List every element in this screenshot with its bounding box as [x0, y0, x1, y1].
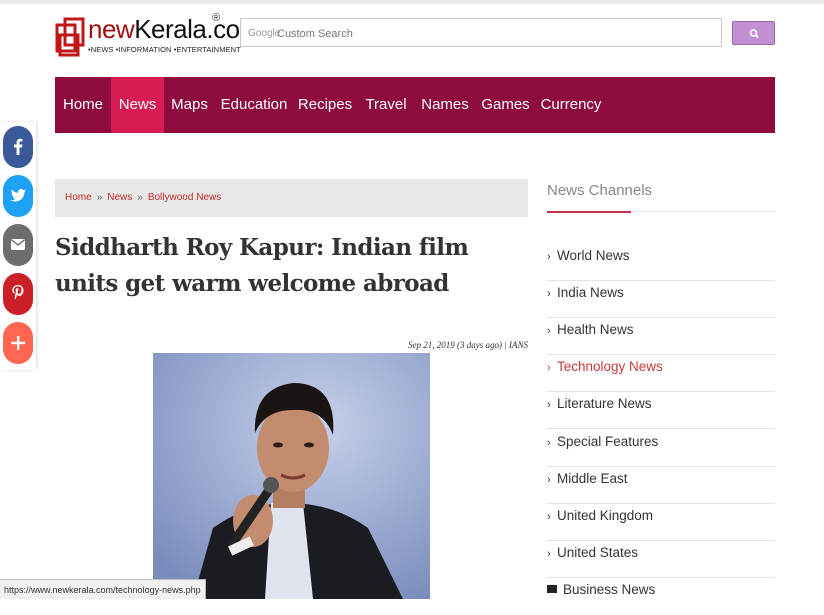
top-border	[0, 0, 824, 4]
article-meta: Sep 21, 2019 (3 days ago) | IANS	[408, 340, 528, 350]
sidebar-item-label: India News	[557, 285, 624, 300]
nav-item-names[interactable]: Names	[415, 77, 475, 133]
chevron-right-icon: ›	[547, 325, 551, 337]
sidebar-item-label: Business News	[563, 582, 656, 597]
chevron-right-icon: ›	[547, 437, 551, 449]
email-icon	[11, 239, 25, 250]
nav-item-maps[interactable]: Maps	[164, 77, 215, 133]
registered-mark: ®	[212, 12, 221, 24]
more-share-button[interactable]	[3, 322, 33, 364]
breadcrumb-home[interactable]: Home	[65, 192, 92, 203]
breadcrumb-news[interactable]: News	[107, 192, 132, 203]
status-bar-url: https://www.newkerala.com/technology-new…	[0, 579, 206, 599]
share-bar	[0, 122, 36, 370]
breadcrumb-separator: »	[96, 192, 103, 203]
sidebar-title: News Channels	[547, 182, 653, 199]
facebook-icon	[14, 138, 23, 155]
chevron-right-icon: ›	[547, 399, 551, 411]
sidebar-item-label: World News	[557, 248, 630, 263]
nav-item-news[interactable]: News	[111, 77, 164, 133]
breadcrumb-separator: »	[137, 192, 143, 203]
sidebar-item-business-news[interactable]: Business News	[547, 578, 775, 615]
search-button[interactable]	[732, 21, 775, 45]
search-box: Google	[240, 18, 722, 47]
pinterest-share-button[interactable]	[3, 273, 33, 315]
chevron-right-icon: ›	[547, 511, 551, 523]
sidebar-item-label: Health News	[557, 322, 634, 337]
logo-wordmark: newKerala.com	[88, 14, 261, 44]
main-nav: Home News Maps Education Recipes Travel Names G…	[55, 77, 775, 133]
breadcrumb-bollywood-news[interactable]: Bollywood News	[148, 192, 221, 203]
logo-tagline: •NEWS •INFORMATION •ENTERTAINMENT	[88, 45, 241, 54]
nav-item-currency[interactable]: Currency	[536, 77, 606, 133]
nav-item-recipes[interactable]: Recipes	[293, 77, 357, 133]
nav-item-games[interactable]: Games	[475, 77, 536, 133]
chevron-right-icon: ›	[547, 548, 551, 560]
sidebar-item-label: Literature News	[557, 396, 652, 411]
more-icon	[11, 336, 26, 350]
sidebar-item-label: United Kingdom	[557, 508, 654, 523]
sidebar-item-label: United States	[557, 545, 639, 560]
nav-item-home[interactable]: Home	[55, 77, 111, 133]
twitter-share-button[interactable]	[3, 175, 33, 217]
breadcrumb: Home » News » Bollywood News	[55, 179, 528, 217]
sidebar-item-literature-news[interactable]: › Literature News	[547, 392, 775, 429]
chevron-right-icon: ›	[547, 288, 551, 300]
sidebar-item-special-features[interactable]: › Special Features	[547, 430, 775, 467]
sidebar-item-label: Middle East	[557, 471, 628, 486]
sidebar-item-label: Special Features	[557, 434, 659, 449]
twitter-icon	[10, 189, 26, 202]
sidebar-item-middle-east[interactable]: › Middle East	[547, 467, 775, 504]
sidebar-item-technology-news[interactable]: › Technology News	[547, 355, 775, 392]
facebook-share-button[interactable]	[3, 126, 33, 168]
logo-mark-icon	[55, 17, 85, 57]
article-title: Siddharth Roy Kapur: Indian film units g…	[55, 234, 469, 297]
sidebar-item-label: Technology News	[557, 359, 663, 374]
sidebar-item-world-news[interactable]: › World News	[547, 244, 775, 281]
chevron-right-icon: ›	[547, 251, 551, 263]
chevron-right-icon: ›	[547, 474, 551, 486]
site-logo[interactable]: newKerala.com ® •NEWS •INFORMATION •ENTE…	[54, 12, 261, 62]
nav-item-education[interactable]: Education	[215, 77, 293, 133]
search-input[interactable]	[275, 23, 709, 45]
sidebar-title-accent	[547, 211, 631, 213]
folder-icon	[547, 585, 557, 593]
email-share-button[interactable]	[3, 224, 33, 266]
sidebar-item-india-news[interactable]: › India News	[547, 281, 775, 318]
chevron-right-icon: ›	[547, 362, 551, 374]
article-photo-image	[153, 353, 430, 599]
pinterest-icon	[12, 285, 24, 300]
article-photo	[153, 353, 430, 599]
nav-item-travel[interactable]: Travel	[357, 77, 415, 133]
search-icon	[749, 29, 759, 39]
sidebar-item-united-kingdom[interactable]: › United Kingdom	[547, 504, 775, 541]
sidebar-item-health-news[interactable]: › Health News	[547, 318, 775, 355]
sidebar-item-united-states[interactable]: › United States	[547, 541, 775, 578]
